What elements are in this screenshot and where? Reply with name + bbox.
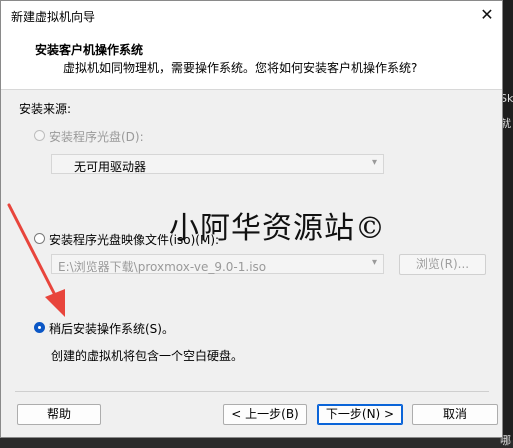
- iso-path-select[interactable]: E:\浏览器下载\proxmox-ve_9.0-1.iso ▾: [51, 254, 384, 274]
- back-button[interactable]: < 上一步(B): [223, 404, 307, 425]
- footer-divider: [15, 391, 489, 392]
- wizard-header: 安装客户机操作系统 虚拟机如同物理机，需要操作系统。您将如何安装客户机操作系统?: [1, 29, 502, 90]
- chevron-down-icon: ▾: [371, 157, 377, 168]
- title-bar: 新建虚拟机向导 ✕: [1, 1, 502, 29]
- close-icon[interactable]: ✕: [476, 4, 498, 26]
- header-subtitle: 虚拟机如同物理机，需要操作系统。您将如何安装客户机操作系统?: [63, 61, 418, 75]
- disc-drive-value: 无可用驱动器: [74, 160, 147, 174]
- header-title: 安装客户机操作系统: [35, 43, 144, 57]
- iso-path-value: E:\浏览器下载\proxmox-ve_9.0-1.iso: [58, 260, 267, 274]
- help-button[interactable]: 帮助: [17, 404, 101, 425]
- disc-radio[interactable]: [34, 130, 45, 141]
- next-button[interactable]: 下一步(N) >: [317, 404, 403, 425]
- install-source-label: 安装来源:: [19, 102, 72, 116]
- cancel-button[interactable]: 取消: [412, 404, 498, 425]
- chevron-down-icon: ▾: [371, 257, 377, 268]
- install-later-label: 稍后安装操作系统(S)。: [49, 322, 174, 336]
- disc-option-label: 安装程序光盘(D):: [49, 130, 144, 144]
- window-title: 新建虚拟机向导: [11, 10, 96, 24]
- install-later-description: 创建的虚拟机将包含一个空白硬盘。: [51, 349, 244, 363]
- install-later-radio[interactable]: [34, 322, 45, 333]
- disc-drive-select[interactable]: 无可用驱动器 ▾: [51, 154, 384, 174]
- watermark-text: 小阿华资源站©: [169, 211, 386, 246]
- new-vm-wizard-dialog: 新建虚拟机向导 ✕ 安装客户机操作系统 虚拟机如同物理机，需要操作系统。您将如何…: [0, 0, 503, 438]
- browse-button[interactable]: 浏览(R)...: [399, 254, 486, 275]
- red-arrow-icon: [7, 203, 65, 317]
